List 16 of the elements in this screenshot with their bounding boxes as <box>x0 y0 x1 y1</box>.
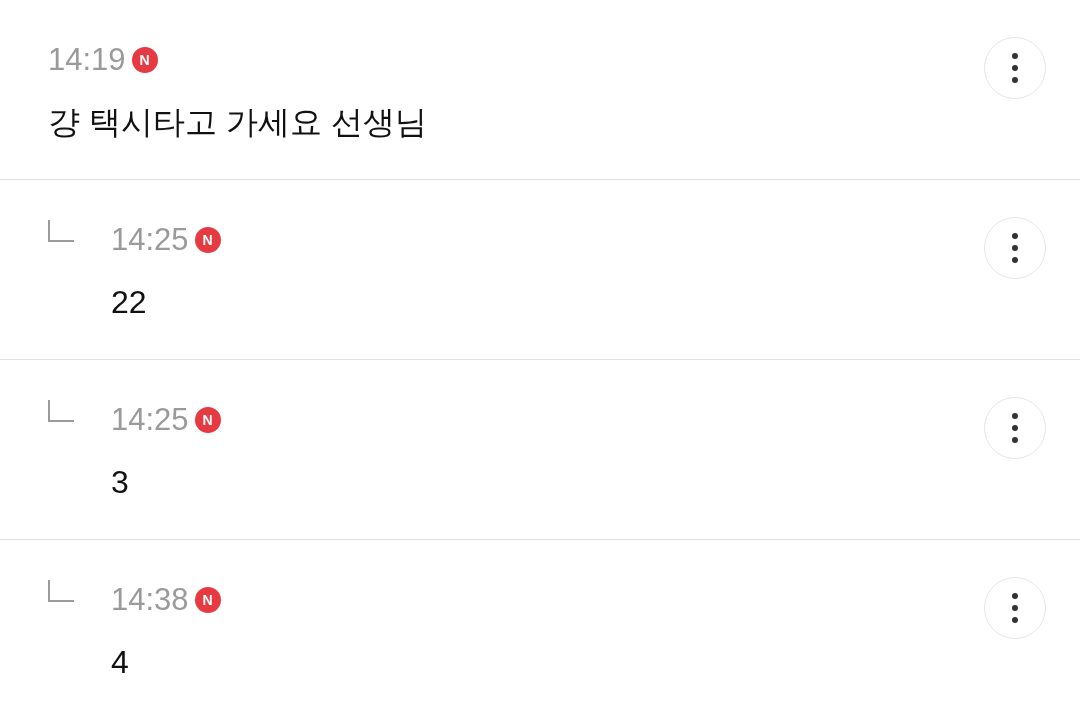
comment-time: 14:25 <box>111 221 189 259</box>
new-badge: N <box>194 407 221 433</box>
more-vertical-icon <box>1012 593 1018 623</box>
more-vertical-icon <box>1012 53 1018 83</box>
comment-text: 4 <box>111 643 130 682</box>
comment-time: 14:38 <box>111 581 189 619</box>
new-badge: N <box>194 587 221 613</box>
comment-text: 걍 택시타고 가세요 선생님 <box>48 103 428 142</box>
new-badge: N <box>131 47 158 73</box>
comment-text: 3 <box>111 463 130 502</box>
more-vertical-icon <box>1012 233 1018 263</box>
comment-time: 14:25 <box>111 401 189 439</box>
comment-text: 22 <box>111 283 148 322</box>
comment-time: 14:19 <box>48 41 126 79</box>
more-vertical-icon <box>1012 413 1018 443</box>
new-badge: N <box>194 227 221 253</box>
